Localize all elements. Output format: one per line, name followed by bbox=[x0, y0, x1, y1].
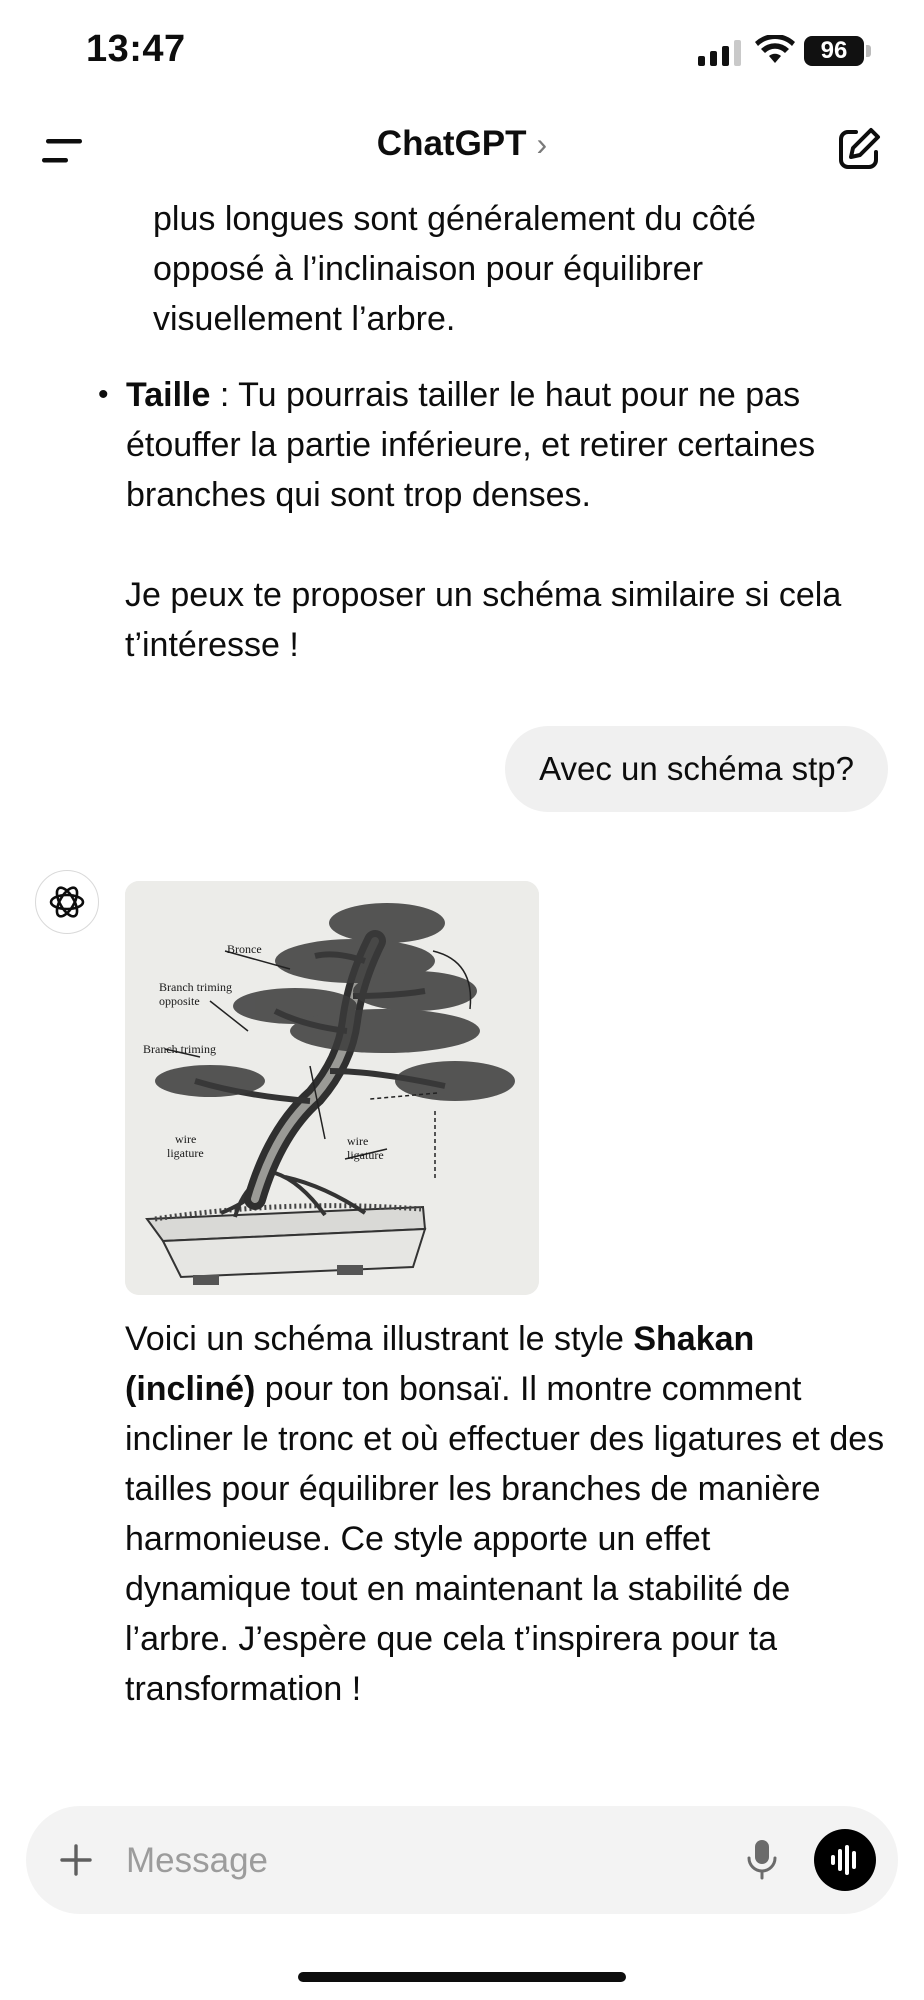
diagram-label-wire-left: wire bbox=[175, 1132, 196, 1146]
openai-logo-icon bbox=[49, 886, 85, 918]
status-bar: 13:47 96 bbox=[0, 0, 924, 100]
microphone-icon[interactable] bbox=[746, 1838, 778, 1882]
diagram-label-bronce: Bronce bbox=[227, 942, 262, 956]
diagram-label-ligature-left: ligature bbox=[167, 1146, 204, 1160]
bullet-item-taille: • Taille : Tu pourrais tailler le haut p… bbox=[98, 370, 856, 520]
bullet-item-text: : Tu pourrais tailler le haut pour ne pa… bbox=[126, 376, 816, 514]
message-input[interactable] bbox=[124, 1834, 648, 1888]
diagram-label-ligature-right: ligature bbox=[347, 1148, 384, 1162]
wifi-icon bbox=[755, 35, 795, 63]
assistant-response-paragraph: Voici un schéma illustrant le style Shak… bbox=[125, 1314, 885, 1714]
assistant-paragraph: Je peux te proposer un schéma similaire … bbox=[125, 576, 842, 664]
chevron-right-icon: › bbox=[536, 126, 548, 162]
bullet-item-term: Taille bbox=[126, 376, 211, 414]
response-text-part2: pour ton bonsaï. Il montre comment incli… bbox=[125, 1370, 885, 1708]
cellular-signal-icon bbox=[698, 40, 741, 66]
user-message-bubble: Avec un schéma stp? bbox=[505, 726, 888, 812]
bonsai-diagram-illustration: Bronce Branch triming opposite Branch tr… bbox=[125, 881, 539, 1295]
status-time: 13:47 bbox=[86, 28, 186, 70]
chatgpt-avatar bbox=[35, 870, 99, 934]
plus-icon[interactable] bbox=[58, 1842, 94, 1878]
diagram-label-wire-right: wire bbox=[347, 1134, 368, 1148]
response-text-part1: Voici un schéma illustrant le style bbox=[125, 1320, 634, 1358]
home-indicator bbox=[298, 1972, 626, 1982]
generated-image-bonsai-diagram[interactable]: Bronce Branch triming opposite Branch tr… bbox=[125, 881, 539, 1295]
app-header: ChatGPT › bbox=[0, 100, 924, 200]
model-selector[interactable]: ChatGPT › bbox=[0, 124, 924, 164]
page-title[interactable]: ChatGPT bbox=[377, 124, 527, 163]
diagram-label-opposite: opposite bbox=[159, 994, 200, 1008]
message-composer bbox=[26, 1806, 898, 1914]
waveform-icon bbox=[831, 1845, 856, 1875]
diagram-label-branch-triming: Branch triming bbox=[143, 1042, 216, 1056]
battery-indicator: 96 bbox=[804, 36, 864, 66]
assistant-text-partial-bullet: plus longues sont généralement du côté o… bbox=[153, 200, 756, 338]
battery-tip bbox=[866, 45, 871, 57]
diagram-label-branch-triming-opposite: Branch triming bbox=[159, 980, 232, 994]
new-chat-icon[interactable] bbox=[836, 126, 882, 172]
voice-mode-button[interactable] bbox=[814, 1829, 876, 1891]
bullet-dot: • bbox=[98, 378, 109, 411]
